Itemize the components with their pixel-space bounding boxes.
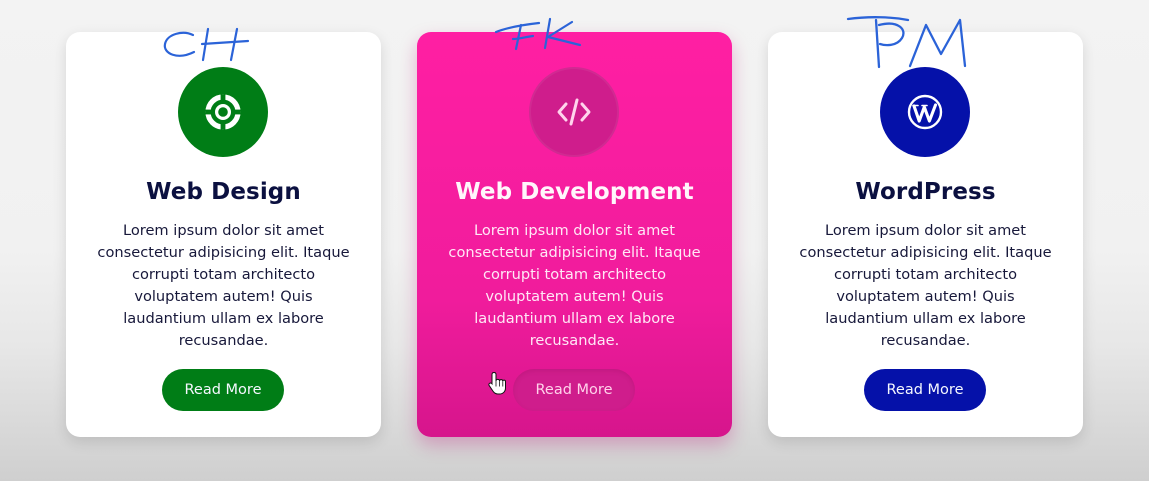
read-more-button-web-design[interactable]: Read More	[162, 369, 284, 411]
web-design-icon-circle	[178, 67, 268, 157]
lifebuoy-icon	[205, 94, 241, 130]
card-title-web-design: Web Design	[146, 179, 301, 205]
wordpress-icon-circle	[880, 67, 970, 157]
card-title-web-development: Web Development	[455, 179, 694, 205]
read-more-button-web-development[interactable]: Read More	[513, 369, 635, 411]
code-icon	[557, 98, 591, 126]
service-card-web-development: Web Development Lorem ipsum dolor sit am…	[417, 32, 732, 437]
wordpress-icon	[907, 94, 943, 130]
service-card-web-design: Web Design Lorem ipsum dolor sit amet co…	[66, 32, 381, 437]
service-card-wordpress: WordPress Lorem ipsum dolor sit amet con…	[768, 32, 1083, 437]
mouse-pointer-hand-icon	[488, 371, 506, 395]
card-description-web-development: Lorem ipsum dolor sit amet consectetur a…	[448, 222, 701, 349]
read-more-button-wordpress[interactable]: Read More	[864, 369, 986, 411]
card-description-wordpress: Lorem ipsum dolor sit amet consectetur a…	[799, 222, 1052, 349]
card-description-web-design: Lorem ipsum dolor sit amet consectetur a…	[97, 222, 350, 349]
card-title-wordpress: WordPress	[855, 179, 996, 205]
web-development-icon-circle	[529, 67, 619, 157]
